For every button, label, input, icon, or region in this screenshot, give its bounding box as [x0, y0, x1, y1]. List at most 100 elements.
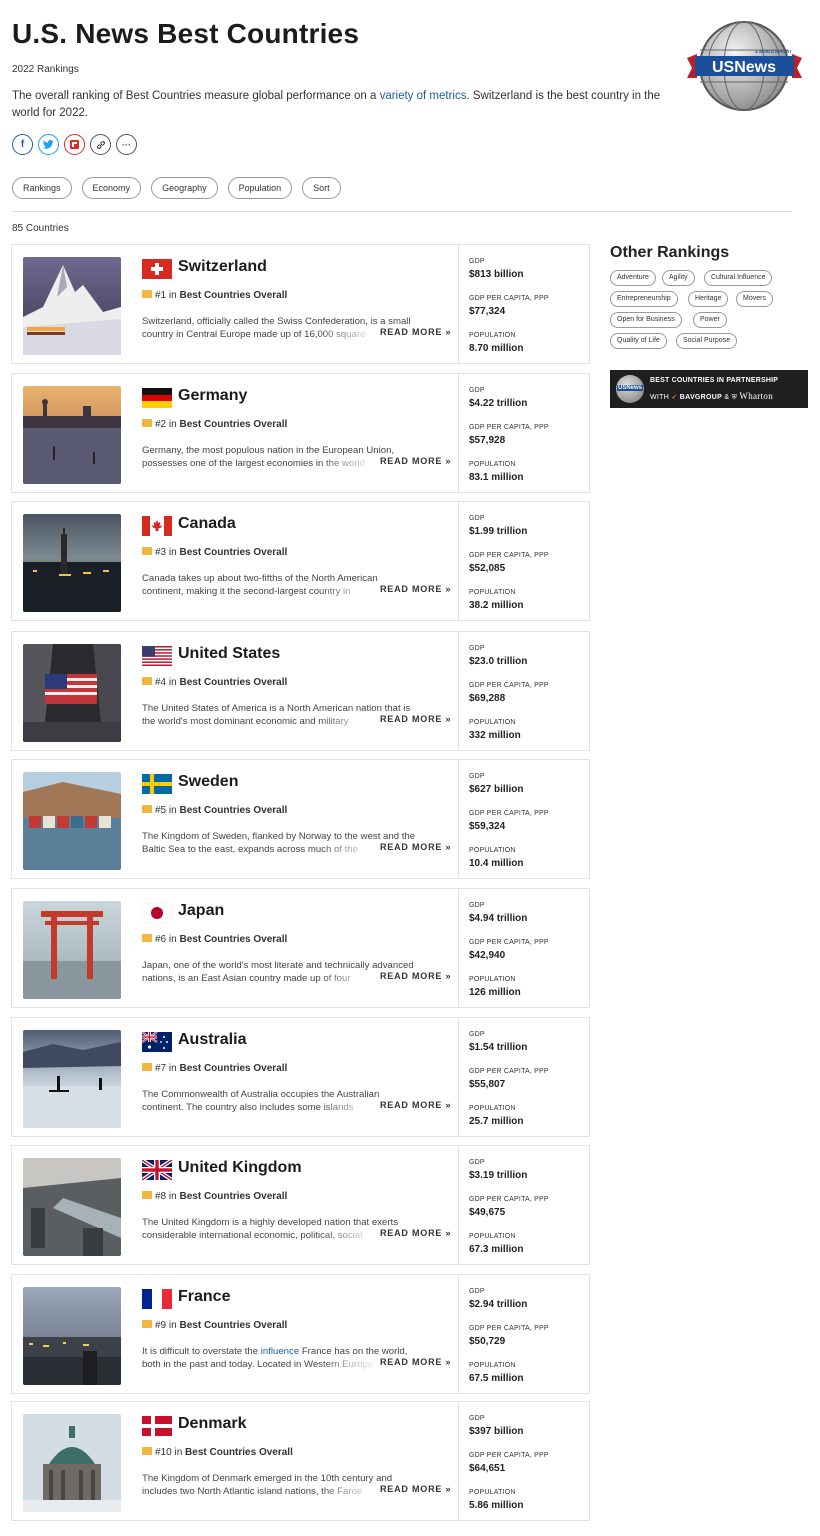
tag-movers[interactable]: Movers: [736, 291, 773, 307]
rank-text: #2 in Best Countries Overall: [142, 419, 287, 430]
country-card-australia[interactable]: Australia #7 in Best Countries Overall The…: [11, 1017, 590, 1137]
economy-filter-button[interactable]: Economy: [81, 177, 142, 199]
usnews-logo[interactable]: USNews A WORLD REPORT: [687, 20, 802, 115]
flipboard-share-icon[interactable]: [64, 134, 85, 155]
gdp-per-capita-value: $59,324: [469, 821, 506, 832]
population-value: 67.5 million: [469, 1373, 524, 1384]
rank-number: #9: [155, 1320, 167, 1331]
country-name-link[interactable]: Japan: [178, 902, 224, 920]
country-photo[interactable]: [23, 386, 121, 484]
geography-filter-button[interactable]: Geography: [151, 177, 218, 199]
gdp-label: GDP: [469, 902, 485, 909]
country-photo[interactable]: [23, 257, 121, 355]
country-name-link[interactable]: Sweden: [178, 773, 238, 791]
tag-power[interactable]: Power: [693, 312, 727, 328]
country-photo[interactable]: [23, 514, 121, 612]
rank-text: #5 in Best Countries Overall: [142, 805, 287, 816]
country-photo[interactable]: [23, 1030, 121, 1128]
rank-in: in: [168, 419, 177, 430]
rank-number: #2: [155, 419, 167, 430]
rank-in: in: [168, 934, 177, 945]
other-rankings-title: Other Rankings: [610, 244, 730, 261]
country-photo[interactable]: [23, 901, 121, 999]
country-photo[interactable]: [23, 772, 121, 870]
read-more-link[interactable]: READ MORE »: [380, 1100, 451, 1110]
country-card-united-kingdom[interactable]: United Kingdom #8 in Best Countries Overa…: [11, 1145, 590, 1265]
read-more-link[interactable]: READ MORE »: [380, 1484, 451, 1494]
rankings-filter-button[interactable]: Rankings: [12, 177, 72, 199]
country-card-canada[interactable]: Canada #3 in Best Countries Overall Canada…: [11, 501, 590, 621]
rank-text: #4 in Best Countries Overall: [142, 677, 287, 688]
tag-social-purpose[interactable]: Social Purpose: [676, 333, 738, 349]
read-more-link[interactable]: READ MORE »: [380, 971, 451, 981]
tag-heritage[interactable]: Heritage: [688, 291, 729, 307]
partnership-text: BEST COUNTRIES IN PARTNERSHIP: [650, 377, 779, 384]
gdp-label: GDP: [469, 1159, 485, 1166]
country-name-link[interactable]: Denmark: [178, 1415, 246, 1433]
country-name-link[interactable]: Germany: [178, 387, 247, 405]
tag-quality-of-life[interactable]: Quality of Life: [610, 333, 667, 349]
rank-number: #4: [155, 677, 167, 688]
country-card-france[interactable]: France #9 in Best Countries Overall It is …: [11, 1274, 590, 1394]
variety-of-metrics-link[interactable]: variety of metrics: [380, 90, 467, 102]
medal-icon: [142, 1447, 152, 1455]
population-value: 126 million: [469, 987, 521, 998]
rank-text: #8 in Best Countries Overall: [142, 1191, 287, 1202]
rank-number: #5: [155, 805, 167, 816]
usnews-globe-icon: USNews: [616, 375, 644, 403]
rank-in: in: [168, 677, 177, 688]
country-name-link[interactable]: Switzerland: [178, 258, 267, 276]
gdp-per-capita-label: GDP PER CAPITA, PPP: [469, 552, 549, 559]
read-more-link[interactable]: READ MORE »: [380, 714, 451, 724]
rank-category: Best Countries Overall: [179, 1063, 288, 1074]
gdp-value: $2.94 trillion: [469, 1299, 528, 1310]
country-name-link[interactable]: Canada: [178, 515, 236, 533]
partnership-banner[interactable]: USNews BEST COUNTRIES IN PARTNERSHIP WIT…: [610, 370, 808, 408]
tag-cultural-influence[interactable]: Cultural Influence: [704, 270, 773, 286]
population-value: 332 million: [469, 730, 521, 741]
more-share-icon[interactable]: ···: [116, 134, 137, 155]
country-card-united-states[interactable]: United States #4 in Best Countries Overal…: [11, 631, 590, 751]
gdp-per-capita-value: $77,324: [469, 306, 506, 317]
population-filter-button[interactable]: Population: [227, 177, 293, 199]
sort-button[interactable]: Sort: [302, 177, 341, 199]
tag-adventure[interactable]: Adventure: [610, 270, 656, 286]
country-name-link[interactable]: Australia: [178, 1031, 246, 1049]
description-line-2: the world's most dominant economic and m…: [142, 716, 349, 727]
read-more-link[interactable]: READ MORE »: [380, 327, 451, 337]
tag-agility[interactable]: Agility: [662, 270, 695, 286]
gdp-per-capita-label: GDP PER CAPITA, PPP: [469, 1196, 549, 1203]
influence-link[interactable]: influence: [261, 1346, 299, 1357]
tag-open-for-business[interactable]: Open for Business: [610, 312, 682, 328]
facebook-share-icon[interactable]: f: [12, 134, 33, 155]
logo-small-text: A WORLD REPORT: [755, 49, 792, 54]
read-more-link[interactable]: READ MORE »: [380, 1228, 451, 1238]
rank-category: Best Countries Overall: [179, 290, 288, 301]
country-photo[interactable]: [23, 1158, 121, 1256]
country-card-denmark[interactable]: Denmark #10 in Best Countries Overall The …: [11, 1401, 590, 1521]
country-stats: GDP $1.54 trillion GDP PER CAPITA, PPP $55,…: [458, 1018, 590, 1136]
read-more-link[interactable]: READ MORE »: [380, 584, 451, 594]
country-name-link[interactable]: United States: [178, 645, 280, 663]
read-more-link[interactable]: READ MORE »: [380, 842, 451, 852]
country-card-japan[interactable]: Japan #6 in Best Countries Overall Japan, …: [11, 888, 590, 1008]
country-card-switzerland[interactable]: Switzerland #1 in Best Countries Overall S…: [11, 244, 590, 364]
country-card-sweden[interactable]: Sweden #5 in Best Countries Overall The Ki…: [11, 759, 590, 879]
country-card-germany[interactable]: Germany #2 in Best Countries Overall Germa…: [11, 373, 590, 493]
population-label: POPULATION: [469, 332, 516, 339]
read-more-link[interactable]: READ MORE »: [380, 1357, 451, 1367]
tag-entrepreneurship[interactable]: Entrepreneurship: [610, 291, 678, 307]
rank-category: Best Countries Overall: [179, 419, 288, 430]
twitter-share-icon[interactable]: [38, 134, 59, 155]
read-more-link[interactable]: READ MORE »: [380, 456, 451, 466]
country-photo[interactable]: [23, 1414, 121, 1512]
copy-link-icon[interactable]: [90, 134, 111, 155]
country-photo[interactable]: [23, 1287, 121, 1385]
page-title: U.S. News Best Countries: [12, 18, 360, 49]
country-photo[interactable]: [23, 644, 121, 742]
gdp-value: $4.94 trillion: [469, 913, 528, 924]
country-name-link[interactable]: United Kingdom: [178, 1159, 302, 1177]
country-name-link[interactable]: France: [178, 1288, 230, 1306]
rank-number: #10: [155, 1447, 172, 1458]
population-label: POPULATION: [469, 719, 516, 726]
